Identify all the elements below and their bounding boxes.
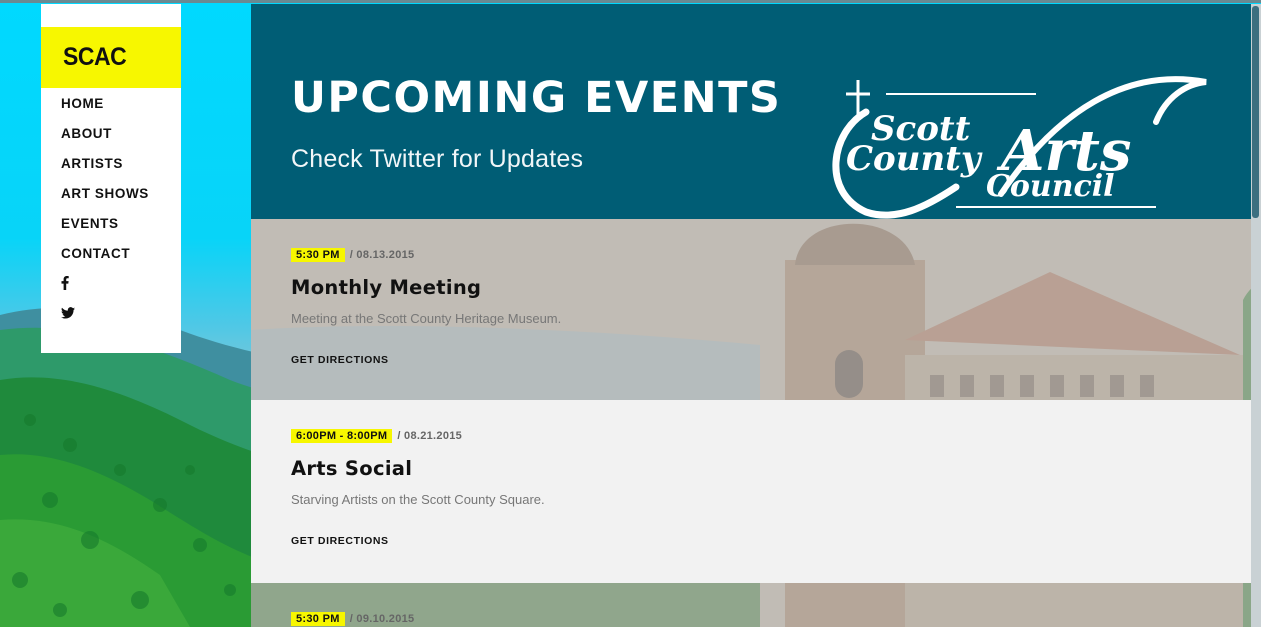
facebook-icon[interactable]: [61, 276, 69, 290]
event-meta: 5:30 PM / 08.13.2015: [291, 248, 415, 262]
brand-text: SCAC: [63, 43, 127, 71]
event-title: Monthly Meeting: [291, 276, 482, 299]
event-date: / 08.21.2015: [397, 430, 463, 442]
get-directions-link[interactable]: GET DIRECTIONS: [291, 354, 389, 366]
scott-county-arts-council-logo: Scott County Arts Council: [832, 76, 1207, 219]
event-date: / 09.10.2015: [349, 613, 415, 625]
nav-item-art-shows[interactable]: ART SHOWS: [61, 186, 149, 202]
event-time-badge: 5:30 PM: [291, 248, 345, 262]
nav-item-home[interactable]: HOME: [61, 96, 104, 112]
event-title: Arts Social: [291, 457, 413, 480]
event-item: 5:30 PM / 08.13.2015 Monthly Meeting Meet…: [251, 219, 1251, 400]
page-scrollbar[interactable]: [1251, 4, 1261, 627]
get-directions-link[interactable]: GET DIRECTIONS: [291, 535, 389, 547]
svg-text:County: County: [846, 139, 983, 179]
event-item: 6:00PM - 8:00PM/ 08.21.2015 Arts Social …: [251, 400, 1251, 583]
event-time-badge: 5:30 PM: [291, 612, 345, 626]
main-content: UPCOMING EVENTS Check Twitter for Update…: [251, 4, 1251, 627]
event-date: / 08.13.2015: [349, 249, 415, 261]
page-header: UPCOMING EVENTS Check Twitter for Update…: [251, 4, 1251, 219]
event-time-badge: 6:00PM - 8:00PM: [291, 429, 393, 443]
event-description: Starving Artists on the Scott County Squ…: [291, 492, 545, 507]
event-item: 5:30 PM / 09.10.2015: [251, 583, 1251, 627]
sidebar-nav: SCAC HOME ABOUT ARTISTS ART SHOWS EVENTS…: [41, 4, 181, 353]
svg-text:Council: Council: [986, 169, 1115, 204]
twitter-icon[interactable]: [61, 307, 75, 319]
nav-item-events[interactable]: EVENTS: [61, 216, 119, 232]
brand-logo[interactable]: SCAC: [41, 27, 181, 88]
nav-menu: HOME ABOUT ARTISTS ART SHOWS EVENTS CONT…: [61, 96, 149, 336]
event-meta: 5:30 PM / 09.10.2015: [291, 612, 415, 626]
nav-item-artists[interactable]: ARTISTS: [61, 156, 123, 172]
event-meta: 6:00PM - 8:00PM / 08.21.2015: [291, 429, 463, 443]
page-subtitle: Check Twitter for Updates: [291, 145, 584, 173]
nav-item-contact[interactable]: CONTACT: [61, 246, 130, 262]
scrollbar-thumb[interactable]: [1252, 6, 1259, 218]
window-frame-top: [0, 0, 1261, 3]
nav-item-about[interactable]: ABOUT: [61, 126, 112, 142]
page-title: UPCOMING EVENTS: [291, 73, 782, 123]
event-description: Meeting at the Scott County Heritage Mus…: [291, 311, 562, 326]
